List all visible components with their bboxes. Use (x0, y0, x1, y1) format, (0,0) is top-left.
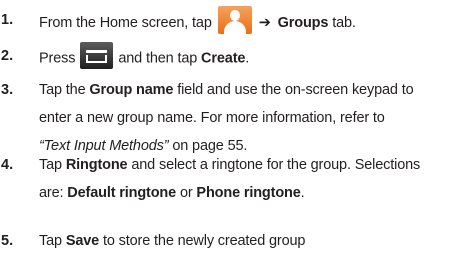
groups-tab-label: Groups (277, 14, 329, 31)
step-line: enter a new group name. For more informa… (39, 110, 385, 126)
phone-ringtone-label: Phone ringtone (196, 185, 301, 201)
menu-icon (80, 42, 114, 69)
step-text: on page 55. (168, 138, 248, 154)
step-text: or (179, 185, 193, 201)
step-number: 1. (1, 12, 14, 28)
step-line: “Text Input Methods” on page 55. (39, 138, 247, 154)
save-label: Save (65, 233, 100, 249)
step-text: Tap the (39, 82, 86, 98)
step-number: 2. (1, 48, 14, 64)
step-line: Tap Ringtone and select a ringtone for t… (39, 157, 420, 173)
step-text: tab. (332, 14, 356, 31)
step-text: . (245, 50, 250, 67)
step-line: Press and then tap Create. (39, 42, 250, 69)
cross-reference: “Text Input Methods” (39, 138, 169, 154)
group-name-label: Group name (89, 82, 174, 98)
default-ringtone-label: Default ringtone (67, 185, 177, 201)
step-line: Tap the Group name field and use the on-… (39, 82, 414, 98)
step-number: 4. (1, 157, 14, 173)
step-line: Tap Save to store the newly created grou… (39, 233, 305, 249)
step-text: From the Home screen, tap (39, 14, 212, 31)
step-text: to store the newly created group (102, 233, 306, 249)
step-text: and select a ringtone for the group. Sel… (131, 157, 421, 173)
ringtone-label: Ringtone (65, 157, 128, 173)
step-text: Tap (39, 233, 62, 249)
step-text: . (300, 185, 305, 201)
step-line: are: Default ringtone or Phone ringtone. (39, 185, 305, 201)
step-number: 5. (1, 233, 14, 249)
contacts-icon (217, 6, 252, 34)
step-number: 3. (1, 82, 14, 98)
step-text: Tap (39, 157, 62, 173)
step-text: field and use the on-screen keypad to (177, 82, 414, 98)
step-line: From the Home screen, tap ➔ Groups tab. (39, 6, 356, 34)
arrow-icon: ➔ (258, 14, 271, 31)
step-text: are: (39, 185, 64, 201)
step-text: Press (39, 50, 76, 67)
step-text: and then tap (118, 50, 198, 67)
step-text: enter a new group name. For more informa… (39, 110, 385, 126)
create-label: Create (201, 50, 246, 67)
